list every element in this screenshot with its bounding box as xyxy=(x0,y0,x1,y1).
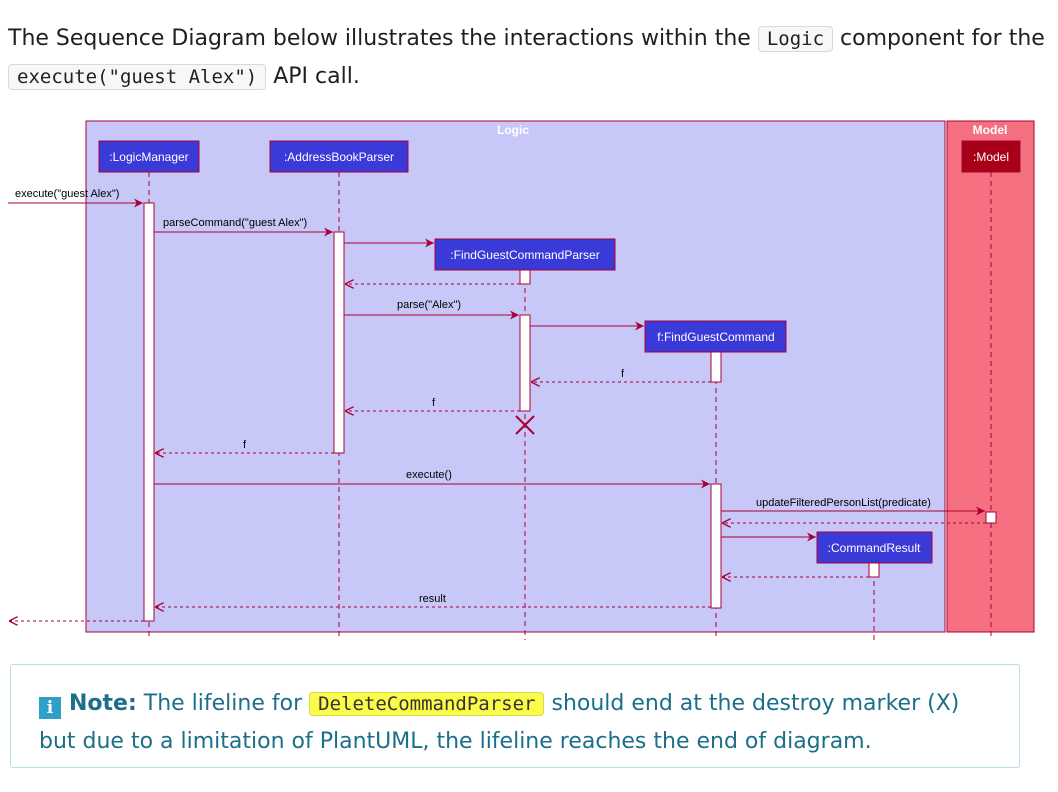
model-frame-title: Model xyxy=(973,123,1008,137)
activation-find-guest-command-parser-1 xyxy=(519,269,531,285)
participant-command-result-label: :CommandResult xyxy=(828,541,921,555)
participant-address-book-parser-label: :AddressBookParser xyxy=(284,150,394,164)
logic-frame xyxy=(85,120,946,633)
participant-model-label: :Model xyxy=(973,150,1009,164)
activation-find-guest-command-2 xyxy=(710,483,722,609)
label-execute-call: execute("guest Alex") xyxy=(15,188,119,200)
note-box: i Note: The lifeline for DeleteCommandPar… xyxy=(10,664,1020,768)
activation-command-result xyxy=(868,562,880,578)
label-parse-command: parseCommand("guest Alex") xyxy=(163,217,307,229)
participant-find-guest-command-label: f:FindGuestCommand xyxy=(657,330,774,344)
logic-frame-title: Logic xyxy=(497,123,529,137)
activation-address-book-parser xyxy=(333,231,345,454)
note-code: DeleteCommandParser xyxy=(309,692,545,716)
note-label: Note: xyxy=(69,691,137,716)
label-execute: execute() xyxy=(406,469,452,481)
label-update-filtered: updateFilteredPersonList(predicate) xyxy=(756,497,931,509)
model-frame xyxy=(946,120,1035,633)
label-parse: parse("Alex") xyxy=(397,299,461,311)
activation-find-guest-command-parser-2 xyxy=(519,314,531,412)
activation-find-guest-command-1 xyxy=(710,351,722,383)
sequence-diagram: Logic Model :LogicManager :AddressBookPa… xyxy=(8,120,1035,640)
info-icon: i xyxy=(39,697,61,719)
label-result: result xyxy=(419,593,446,605)
participant-logic-manager-label: :LogicManager xyxy=(109,150,188,164)
activation-logic-manager xyxy=(143,202,155,622)
note-text-before: The lifeline for xyxy=(143,691,303,716)
activation-model xyxy=(985,511,997,524)
participant-find-guest-command-parser-label: :FindGuestCommandParser xyxy=(450,248,599,262)
